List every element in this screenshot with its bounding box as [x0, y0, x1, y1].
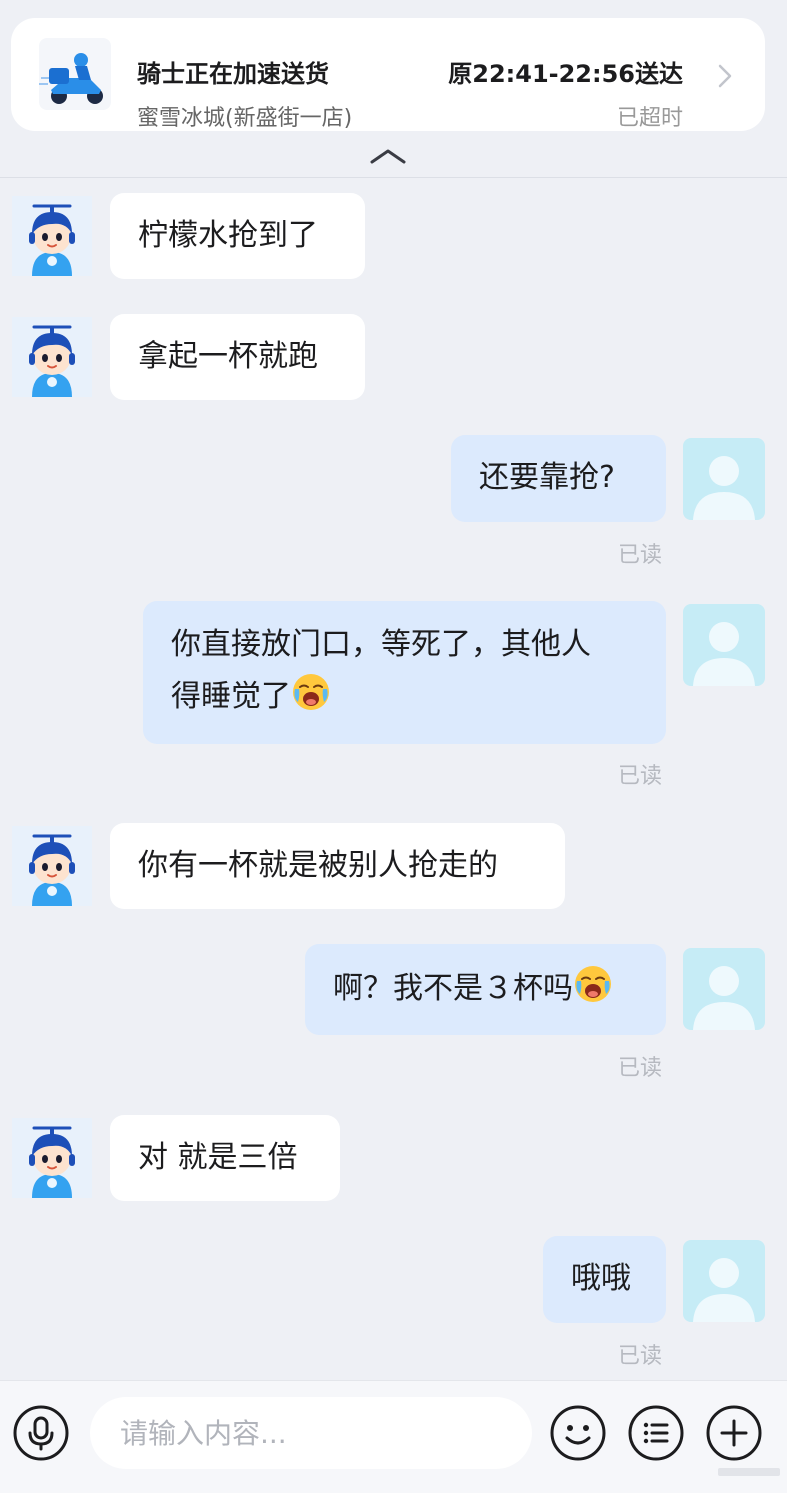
header-divider [0, 177, 787, 178]
user-avatar-icon[interactable] [683, 604, 765, 686]
rider-avatar-icon[interactable] [12, 196, 92, 276]
message-text: 柠檬水抢到了 [138, 218, 318, 253]
message-text: 啊？我不是３杯吗 [333, 971, 573, 1006]
message-text: 拿起一杯就跑 [138, 339, 318, 374]
message-text: 得睡觉了 [171, 679, 291, 714]
user-avatar-icon[interactable] [683, 948, 765, 1030]
smiley-icon[interactable] [549, 1404, 607, 1462]
crying-face-icon [291, 672, 331, 712]
list-icon[interactable] [627, 1404, 685, 1462]
delivery-scooter-icon [39, 38, 111, 110]
user-avatar-icon[interactable] [683, 1240, 765, 1322]
message-bubble-outgoing[interactable]: 你直接放门口，等死了，其他人 得睡觉了 [143, 601, 666, 744]
chevron-up-icon[interactable] [368, 146, 408, 166]
rider-avatar-icon[interactable] [12, 1118, 92, 1198]
plus-icon[interactable] [705, 1404, 763, 1462]
order-status-text: 骑士正在加速送货 [137, 60, 329, 88]
order-shop-name: 蜜雪冰城(新盛街一店) [137, 106, 353, 131]
user-avatar-icon[interactable] [683, 438, 765, 520]
message-text: 你有一杯就是被别人抢走的 [138, 848, 498, 883]
message-text: 还要靠抢? [479, 460, 615, 495]
message-input-box[interactable] [90, 1397, 532, 1469]
order-overdue-badge: 已超时 [616, 106, 683, 131]
message-bubble-outgoing[interactable]: 啊？我不是３杯吗 [305, 944, 666, 1035]
chevron-right-icon[interactable] [715, 62, 735, 90]
message-bubble-incoming[interactable]: 柠檬水抢到了 [110, 193, 365, 279]
read-receipt: 已读 [618, 1344, 663, 1369]
message-bubble-outgoing[interactable]: 还要靠抢? [451, 435, 666, 522]
message-input[interactable] [120, 1415, 500, 1451]
message-bubble-incoming[interactable]: 拿起一杯就跑 [110, 314, 365, 400]
microphone-icon[interactable] [12, 1404, 70, 1462]
read-receipt: 已读 [618, 543, 663, 568]
message-text: 你直接放门口，等死了，其他人 [171, 627, 591, 662]
read-receipt: 已读 [618, 1056, 663, 1081]
order-delivery-time: 原22:41-22:56送达 [448, 60, 683, 88]
rider-avatar-icon[interactable] [12, 317, 92, 397]
watermark-graphic [718, 1468, 780, 1476]
message-text: 对 就是三倍 [138, 1140, 298, 1175]
order-status-card[interactable]: 骑士正在加速送货 蜜雪冰城(新盛街一店) 原22:41-22:56送达 已超时 [11, 18, 765, 131]
message-text: 哦哦 [571, 1261, 631, 1296]
message-bubble-incoming[interactable]: 对 就是三倍 [110, 1115, 340, 1201]
rider-avatar-icon[interactable] [12, 826, 92, 906]
read-receipt: 已读 [618, 764, 663, 789]
crying-face-icon [573, 964, 613, 1004]
message-bubble-incoming[interactable]: 你有一杯就是被别人抢走的 [110, 823, 565, 909]
message-bubble-outgoing[interactable]: 哦哦 [543, 1236, 666, 1323]
